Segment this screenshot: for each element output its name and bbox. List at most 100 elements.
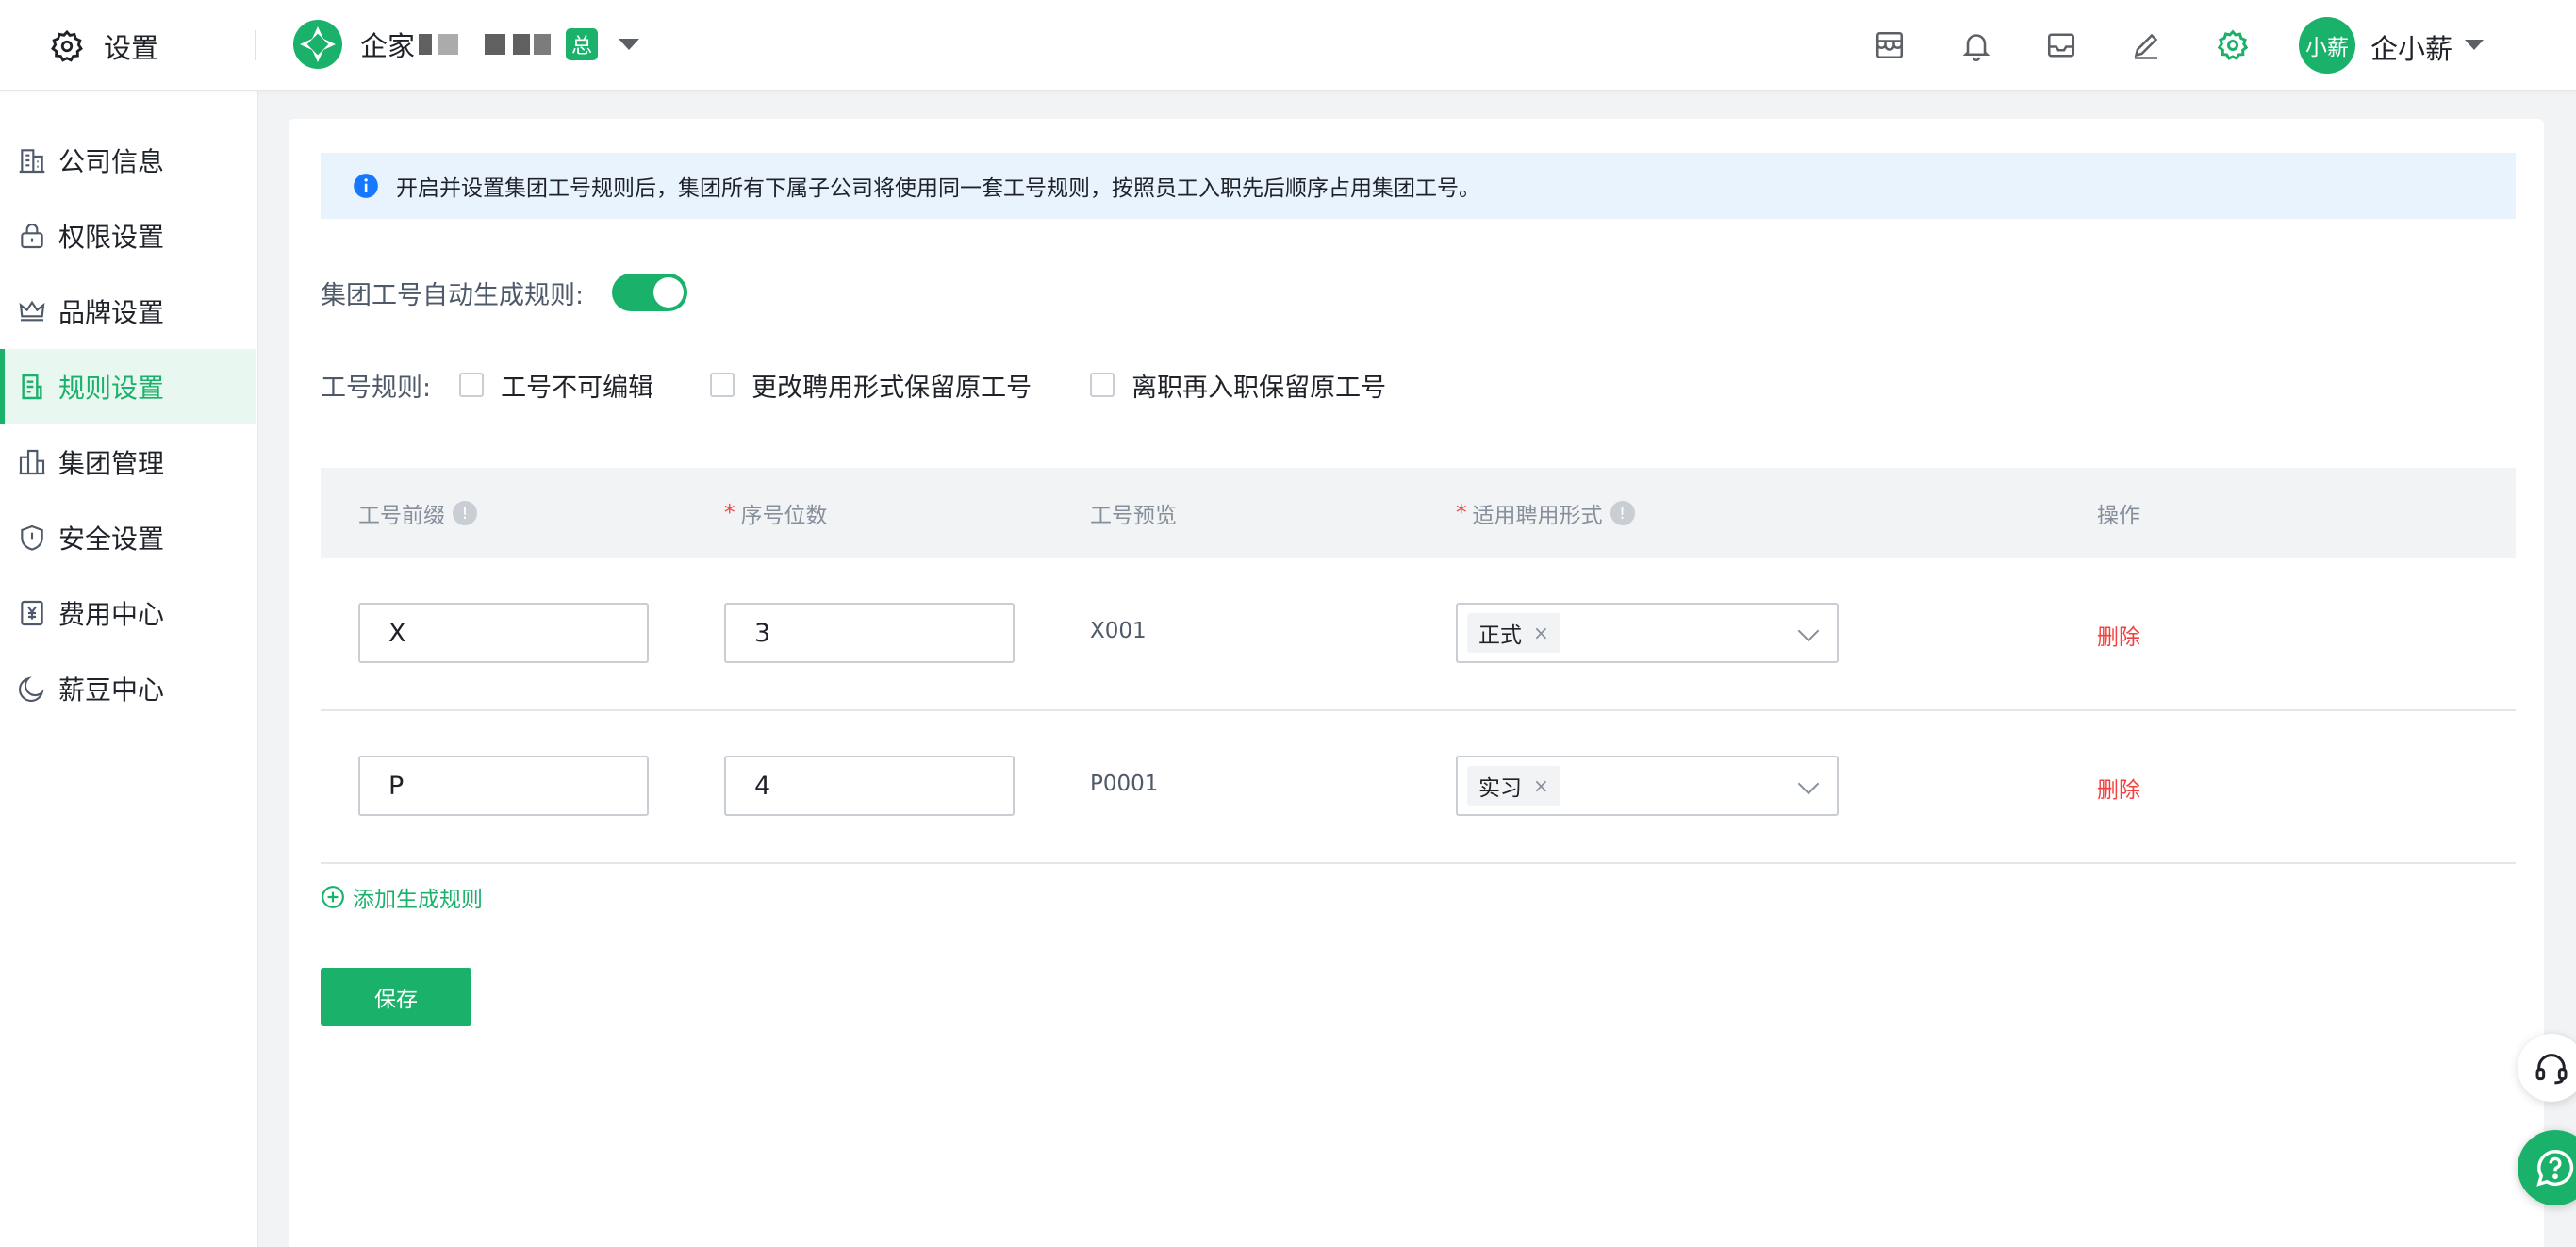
checkbox-label: 离职再入职保留原工号	[1131, 373, 1387, 403]
prefix-input[interactable]: X	[358, 603, 649, 663]
avatar[interactable]: 小薪	[2299, 17, 2355, 74]
sidebar-item-rules[interactable]: 规则设置	[0, 349, 256, 424]
user-name[interactable]: 企小薪	[2370, 27, 2452, 67]
notice-text: 开启并设置集团工号规则后，集团所有下属子公司将使用同一套工号规则，按照员工入职先…	[396, 176, 1480, 201]
id-preview: P0001	[1090, 772, 1159, 796]
sidebar: 公司信息 权限设置 品牌设置 规则设置 集团管理 安全设置 费用中心 薪豆中心	[0, 91, 258, 1247]
id-rules-label: 工号规则:	[321, 373, 432, 403]
shield-icon	[21, 524, 43, 551]
sidebar-item-group[interactable]: 集团管理	[0, 424, 256, 500]
sidebar-item-label: 权限设置	[58, 222, 165, 253]
auto-generate-label: 集团工号自动生成规则:	[321, 280, 585, 310]
employment-select[interactable]: 实习 ×	[1456, 756, 1839, 816]
bell-icon[interactable]	[1959, 28, 1993, 62]
save-button[interactable]: 保存	[321, 968, 471, 1026]
info-circle-icon[interactable]: !	[1610, 501, 1635, 525]
sidebar-item-label: 安全设置	[58, 524, 165, 555]
tag-label: 实习	[1478, 776, 1522, 801]
inbox-icon[interactable]	[2044, 28, 2078, 62]
checkbox[interactable]	[459, 373, 485, 397]
question-chat-icon	[2536, 1150, 2574, 1187]
checkbox-keep-id-on-change[interactable]: 更改聘用形式保留原工号	[710, 367, 1032, 404]
yuan-icon	[21, 600, 43, 626]
table-row: X 3 X001 正式 × 删除	[321, 558, 2516, 711]
table-header: 工号前缀 ! * 序号位数 工号预览 * 适用聘用形式 ! 操作	[321, 468, 2516, 558]
company-logo-icon	[293, 20, 342, 69]
sidebar-item-label: 费用中心	[58, 599, 165, 630]
id-rule-table: 工号前缀 ! * 序号位数 工号预览 * 适用聘用形式 ! 操作 X 3 X00…	[321, 468, 2516, 864]
info-notice: 开启并设置集团工号规则后，集团所有下属子公司将使用同一套工号规则，按照员工入职先…	[321, 153, 2516, 219]
sidebar-item-label: 集团管理	[58, 448, 165, 479]
delete-link[interactable]: 删除	[2097, 619, 2140, 651]
header-preview: 工号预览	[1090, 468, 1177, 558]
info-icon	[354, 174, 378, 198]
document-icon	[22, 374, 42, 400]
header-employment: * 适用聘用形式 !	[1456, 468, 1635, 558]
checkbox-label: 工号不可编辑	[501, 373, 654, 403]
toggle-knob	[653, 277, 685, 308]
header-action: 操作	[2097, 468, 2140, 558]
delete-link[interactable]: 删除	[2097, 772, 2140, 804]
auto-generate-toggle[interactable]	[612, 274, 688, 311]
sidebar-item-billing[interactable]: 费用中心	[0, 575, 256, 651]
close-icon[interactable]: ×	[1533, 622, 1549, 644]
add-rule-label: 添加生成规则	[353, 888, 483, 912]
employment-tag: 正式 ×	[1467, 613, 1560, 653]
user-menu-chevron-down-icon[interactable]	[2465, 40, 2484, 50]
chevron-down-icon	[1797, 620, 1820, 642]
info-circle-icon[interactable]: !	[453, 501, 477, 525]
checkbox[interactable]	[1090, 373, 1115, 397]
add-rule-link[interactable]: 添加生成规则	[321, 881, 483, 913]
prefix-input[interactable]: P	[358, 756, 649, 816]
settings-title: 设置	[49, 26, 158, 66]
sidebar-item-company-info[interactable]: 公司信息	[0, 123, 256, 198]
header-action-label: 操作	[2097, 504, 2140, 528]
sidebar-item-xindou[interactable]: 薪豆中心	[0, 651, 256, 726]
sidebar-item-label: 薪豆中心	[58, 674, 165, 706]
company-name: 企家	[360, 30, 416, 62]
top-header: 设置 企家 总 小薪 企小薪	[0, 0, 2576, 91]
digits-input[interactable]: 4	[724, 756, 1015, 816]
employment-select[interactable]: 正式 ×	[1456, 603, 1839, 663]
tag-label: 正式	[1478, 624, 1522, 648]
company-switcher[interactable]: 企家 总	[292, 19, 640, 70]
header-prefix: 工号前缀 !	[358, 468, 477, 558]
sidebar-item-security[interactable]: 安全设置	[0, 500, 256, 575]
settings-gear-icon[interactable]	[2216, 28, 2250, 62]
edit-icon[interactable]	[2129, 28, 2163, 62]
checkbox-keep-id-on-rehire[interactable]: 离职再入职保留原工号	[1090, 367, 1386, 404]
moon-icon	[19, 676, 44, 702]
chevron-down-icon	[1797, 773, 1820, 795]
close-icon[interactable]: ×	[1533, 774, 1549, 797]
headquarters-badge: 总	[566, 28, 599, 60]
buildings-icon	[19, 449, 45, 475]
customer-service-button[interactable]	[2518, 1034, 2576, 1102]
sidebar-item-brand[interactable]: 品牌设置	[0, 274, 256, 349]
gear-icon	[51, 29, 83, 62]
masked-company-name	[419, 30, 558, 58]
employment-tag: 实习 ×	[1467, 766, 1560, 806]
header-digits-label: 序号位数	[740, 504, 828, 528]
chevron-down-icon[interactable]	[619, 39, 640, 50]
digits-input[interactable]: 3	[724, 603, 1015, 663]
header-divider	[255, 30, 256, 60]
table-row: P 4 P0001 实习 × 删除	[321, 711, 2516, 864]
required-mark: *	[724, 501, 735, 525]
crown-icon	[19, 300, 45, 322]
plus-circle-icon	[322, 886, 344, 908]
checkbox[interactable]	[710, 373, 735, 397]
sidebar-item-permissions[interactable]: 权限设置	[0, 198, 256, 274]
id-rules-row: 工号规则: 工号不可编辑 更改聘用形式保留原工号 离职再入职保留原工号	[321, 366, 1386, 404]
header-digits: * 序号位数	[724, 468, 828, 558]
header-employment-label: 适用聘用形式	[1472, 504, 1603, 528]
auto-generate-row: 集团工号自动生成规则:	[321, 274, 688, 311]
store-icon[interactable]	[1873, 28, 1907, 62]
sidebar-item-label: 品牌设置	[58, 297, 165, 328]
lock-icon	[21, 224, 43, 249]
id-preview: X001	[1090, 619, 1147, 643]
sidebar-item-label: 规则设置	[58, 373, 165, 404]
checkbox-label: 更改聘用形式保留原工号	[751, 373, 1032, 403]
checkbox-id-not-editable[interactable]: 工号不可编辑	[459, 367, 653, 404]
required-mark: *	[1456, 501, 1467, 525]
sidebar-item-label: 公司信息	[58, 146, 165, 177]
